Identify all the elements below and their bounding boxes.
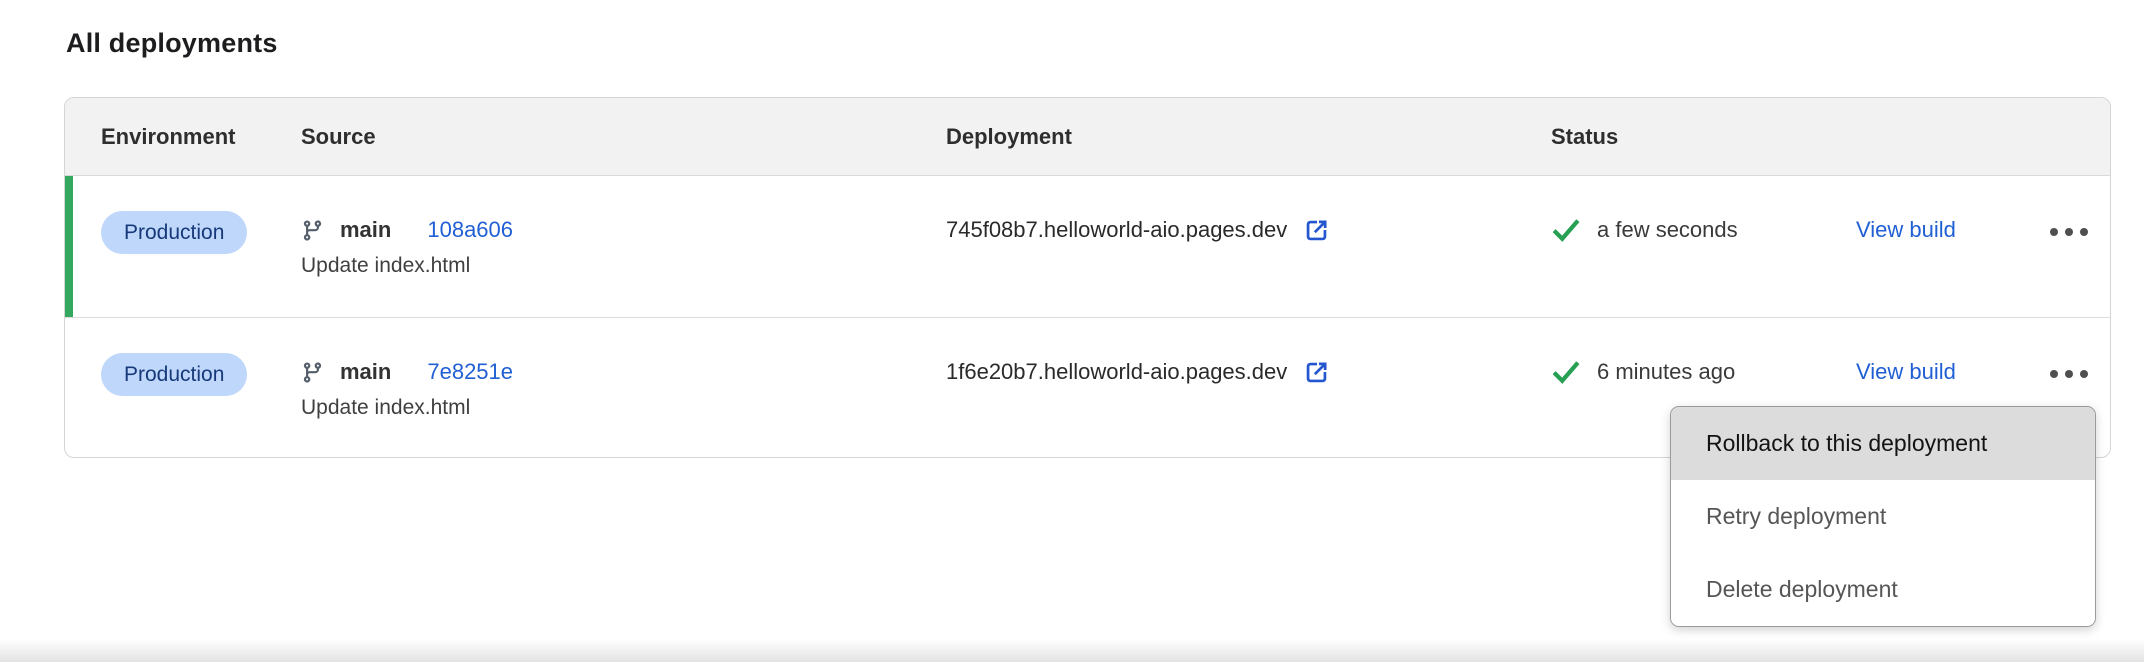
menu-item-delete[interactable]: Delete deployment [1671,553,2095,626]
row-actions-menu: Rollback to this deployment Retry deploy… [1670,406,2096,627]
status-time: 6 minutes ago [1597,358,1735,386]
source-cell: main 7e8251e Update index.html [301,318,946,422]
check-icon [1551,359,1581,385]
commit-link[interactable]: 108a606 [427,216,513,244]
deployment-url: 1f6e20b7.helloworld-aio.pages.dev [946,358,1287,386]
ellipsis-icon[interactable] [2046,224,2092,240]
environment-badge: Production [101,353,247,396]
ellipsis-icon[interactable] [2046,366,2092,382]
check-icon [1551,217,1581,243]
column-header-source: Source [301,124,946,150]
git-branch-icon [301,219,324,242]
branch-name: main [340,216,391,244]
table-row: Production main 108a606 Update index.htm… [65,176,2110,318]
row-actions-cell [2046,176,2092,240]
external-link-icon [1303,359,1330,386]
view-build-link[interactable]: View build [1856,217,1956,242]
section-divider [0,639,2144,662]
deployment-cell: 745f08b7.helloworld-aio.pages.dev [946,176,1551,244]
git-branch-icon [301,361,324,384]
external-link-icon [1303,217,1330,244]
current-deployment-indicator [65,176,73,317]
environment-cell: Production [101,176,301,254]
deployment-url-link[interactable]: 1f6e20b7.helloworld-aio.pages.dev [946,358,1551,386]
status-cell: a few seconds [1551,176,1856,244]
page-title: All deployments [66,28,278,59]
row-actions-cell [2046,318,2092,382]
view-build-cell: View build [1856,318,2046,386]
view-build-cell: View build [1856,176,2046,244]
deployment-url: 745f08b7.helloworld-aio.pages.dev [946,216,1287,244]
commit-link[interactable]: 7e8251e [427,358,513,386]
menu-item-retry[interactable]: Retry deployment [1671,480,2095,553]
deployments-table: Environment Source Deployment Status Pro… [64,97,2111,458]
source-cell: main 108a606 Update index.html [301,176,946,280]
column-header-deployment: Deployment [946,124,1551,150]
commit-message: Update index.html [301,394,946,422]
column-header-environment: Environment [101,124,301,150]
column-header-status: Status [1551,124,2086,150]
commit-message: Update index.html [301,252,946,280]
view-build-link[interactable]: View build [1856,359,1956,384]
status-time: a few seconds [1597,216,1738,244]
deployment-url-link[interactable]: 745f08b7.helloworld-aio.pages.dev [946,216,1551,244]
menu-item-rollback[interactable]: Rollback to this deployment [1671,407,2095,480]
environment-cell: Production [101,318,301,396]
table-header-row: Environment Source Deployment Status [65,98,2110,176]
environment-badge: Production [101,211,247,254]
deployment-cell: 1f6e20b7.helloworld-aio.pages.dev [946,318,1551,386]
branch-name: main [340,358,391,386]
status-cell: 6 minutes ago [1551,318,1856,386]
